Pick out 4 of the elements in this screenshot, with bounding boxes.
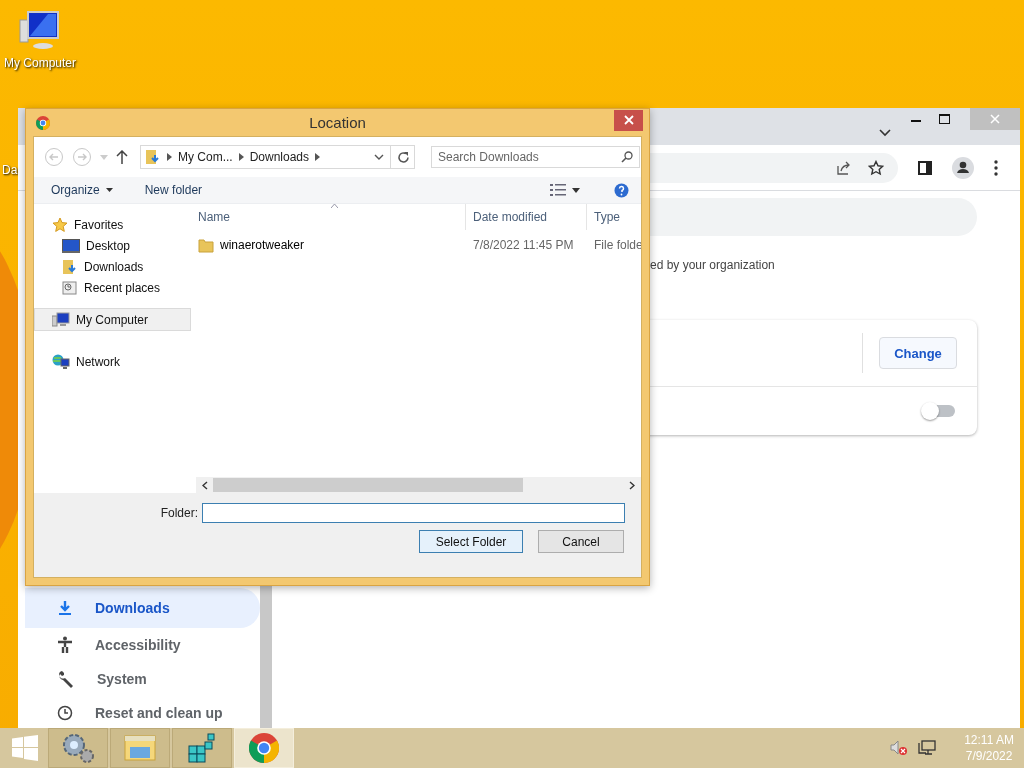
dialog-title: Location: [308, 114, 367, 131]
folder-label: Folder:: [160, 506, 198, 520]
managed-notice: ed by your organization: [650, 258, 776, 274]
table-cell-text: 7/8/2022 11:45 PM: [472, 238, 575, 252]
